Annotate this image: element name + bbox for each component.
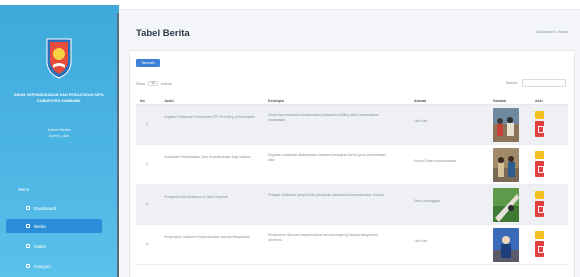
table-card: Tambah Show 10 entries Search: No Judul … xyxy=(129,50,575,277)
news-table: No Judul Deskripsi Alamat Gambar Aksi 1 … xyxy=(136,97,568,265)
sidebar-item-galeri[interactable]: Galeri xyxy=(6,239,102,253)
sidebar-item-berita[interactable]: Berita xyxy=(6,219,102,233)
sidebar-item-label: Berita xyxy=(34,223,46,229)
news-thumbnail xyxy=(493,108,519,142)
row-number: 1 xyxy=(146,122,148,126)
menu-header: Menu xyxy=(18,187,30,192)
user-role: Admin_dkb xyxy=(48,133,69,138)
gallery-icon xyxy=(26,244,30,248)
dashboard-icon xyxy=(26,206,30,210)
delete-button[interactable] xyxy=(535,201,544,217)
page-title: Tabel Berita xyxy=(136,28,190,39)
row-actions xyxy=(535,191,545,217)
col-judul[interactable]: Judul xyxy=(164,99,174,103)
delete-button[interactable] xyxy=(535,161,544,177)
edit-button[interactable] xyxy=(535,151,544,159)
edit-button[interactable] xyxy=(535,191,544,199)
row-description: Kegiatan sosialisasi dilaksanakan bersam… xyxy=(268,153,387,163)
row-title: Kegiatan Pelayanan Perekaman KTP-el Keli… xyxy=(164,115,255,119)
show-label: Show xyxy=(136,81,145,86)
news-thumbnail xyxy=(493,148,519,182)
topbar xyxy=(119,0,580,10)
sidebar: DINAS KEPENDUDUKAN DAN PENCATATAN SIPIL … xyxy=(0,0,119,277)
col-alamat[interactable]: Alamat xyxy=(414,99,426,103)
organization-name: DINAS KEPENDUDUKAN DAN PENCATATAN SIPIL … xyxy=(13,93,105,103)
col-no[interactable]: No xyxy=(140,99,145,103)
row-actions xyxy=(535,111,545,137)
delete-button[interactable] xyxy=(535,241,544,257)
search-label: Search: xyxy=(505,81,518,85)
table-row: 1 Kegiatan Pelayanan Perekaman KTP-el Ke… xyxy=(136,105,568,145)
delete-button[interactable] xyxy=(535,121,544,137)
table-header: No Judul Deskripsi Alamat Gambar Aksi xyxy=(136,97,568,105)
row-location: Lab Kota xyxy=(414,239,428,243)
sidebar-item-label: Galeri xyxy=(34,243,47,249)
search-group: Search: xyxy=(506,79,566,87)
row-description: Penyerahan dokumen kependudukan secara l… xyxy=(268,233,378,243)
col-aksi[interactable]: Aksi xyxy=(535,99,543,103)
news-thumbnail xyxy=(493,188,519,222)
entries-label: entries xyxy=(161,81,172,86)
table-row: 2 Sosialisasi Pemanfaatan Data Kependudu… xyxy=(136,145,568,185)
sidebar-item-kategori[interactable]: Kategori xyxy=(6,259,102,273)
category-icon xyxy=(26,264,30,268)
row-title: Sosialisasi Pemanfaatan Data Kependuduka… xyxy=(164,155,251,159)
table-row: 3 Pelayanan Akta Kelahiran di Desa Terpe… xyxy=(136,185,568,225)
news-thumbnail xyxy=(493,228,519,262)
news-icon xyxy=(26,224,30,228)
row-description: Dinas Kependudukan melaksanakan pelayana… xyxy=(268,113,379,123)
sidebar-divider xyxy=(117,13,119,277)
row-actions xyxy=(535,231,545,257)
user-info: Admin Berita Admin_dkb xyxy=(4,127,114,139)
sidebar-item-label: Dashboard xyxy=(34,205,57,211)
row-location: Desa Lenangguar xyxy=(414,199,441,203)
main-content: Tabel Berita Dashboard / Berita Tambah S… xyxy=(120,10,580,277)
show-entries: Show 10 entries xyxy=(136,81,172,86)
table-row: 4 Penyerahan Dokumen Kependudukan kepada… xyxy=(136,225,568,265)
edit-button[interactable] xyxy=(535,231,544,239)
col-deskripsi[interactable]: Deskripsi xyxy=(268,99,284,103)
row-title: Penyerahan Dokumen Kependudukan kepada M… xyxy=(164,235,250,239)
row-description: Petugas melakukan jemput bola pelayanan … xyxy=(268,193,384,197)
sidebar-item-label: Kategori xyxy=(34,263,51,269)
add-news-button[interactable]: Tambah xyxy=(136,59,160,67)
row-location: Kantor Dinas Kependudukan xyxy=(414,159,457,163)
col-gambar[interactable]: Gambar xyxy=(493,99,507,103)
search-input[interactable] xyxy=(522,79,566,87)
row-location: Lab Kota xyxy=(414,119,428,123)
row-number: 3 xyxy=(146,202,148,206)
row-number: 2 xyxy=(146,162,148,166)
sidebar-item-dashboard[interactable]: Dashboard xyxy=(6,201,102,215)
breadcrumb[interactable]: Dashboard / Berita xyxy=(536,30,568,34)
edit-button[interactable] xyxy=(535,111,544,119)
row-number: 4 xyxy=(146,242,148,246)
entries-select[interactable]: 10 xyxy=(148,81,158,86)
emblem-logo xyxy=(46,38,72,79)
row-actions xyxy=(535,151,545,177)
row-title: Pelayanan Akta Kelahiran di Desa Terpenc… xyxy=(164,195,228,199)
